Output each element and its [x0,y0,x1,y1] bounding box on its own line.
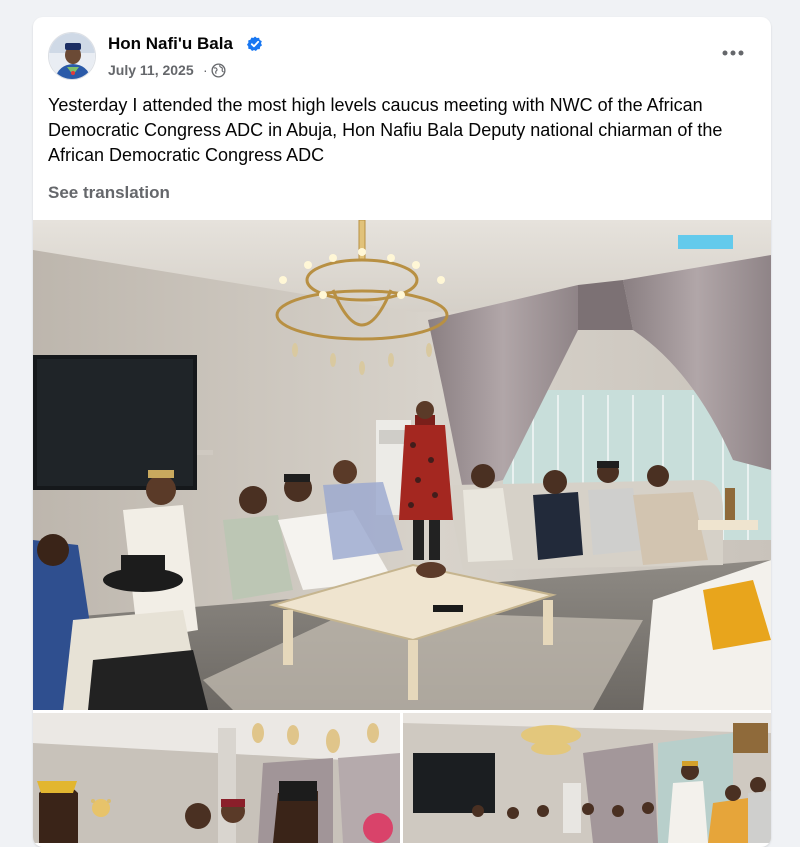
facebook-post-card: Hon Nafi'u Bala July 11, 2025 · Yesterda… [33,17,771,847]
post-timestamp[interactable]: July 11, 2025 [108,62,194,78]
post-photo-thumbnail-1[interactable] [33,713,400,843]
post-photo-thumbnail-2[interactable] [403,713,771,843]
globe-icon[interactable] [211,63,226,78]
post-message: Yesterday I attended the most high level… [48,95,723,165]
verified-badge-icon [247,36,263,52]
meta-separator: · [203,62,208,78]
more-options-icon [722,50,744,56]
more-options-button[interactable] [715,39,751,67]
author-avatar[interactable] [48,32,96,80]
post-header: Hon Nafi'u Bala July 11, 2025 · [33,17,771,87]
author-name[interactable]: Hon Nafi'u Bala [108,34,233,54]
see-translation-link[interactable]: See translation [48,183,170,203]
post-photo-main[interactable] [33,220,771,710]
